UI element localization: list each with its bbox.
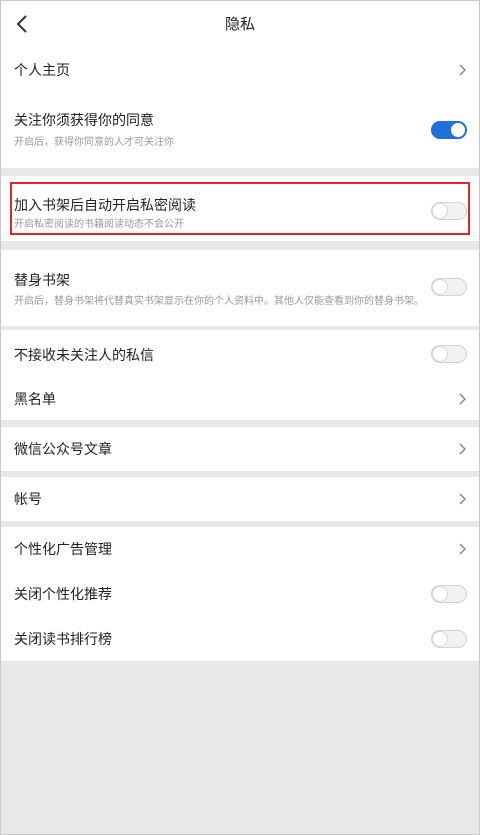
highlight-box [10, 182, 470, 235]
row-account[interactable]: 帐号 [1, 477, 479, 521]
row-profile[interactable]: 个人主页 [1, 47, 479, 92]
row-follow-consent: 关注你须获得你的同意 开启后，获得你同意的人才可关注你 [1, 103, 479, 163]
row-blacklist[interactable]: 黑名单 [1, 375, 479, 420]
row-label: 关注你须获得你的同意 [14, 113, 154, 129]
row-no-stranger-msg: 不接收未关注人的私信 [1, 330, 479, 375]
row-close-ranking: 关闭读书排行榜 [1, 616, 479, 661]
row-close-recommend: 关闭个性化推荐 [1, 571, 479, 616]
row-label: 替身书架 [14, 273, 70, 289]
row-label: 个人主页 [14, 63, 70, 79]
row-subtitle: 开启后，替身书架将代替真实书架显示在你的个人资料中。其他人仅能查看到你的替身书架… [14, 296, 424, 307]
screen-frame: 隐私 个人主页 关注你须获得你的同意 开启后，获得你同意的人才可关注你 加入书架… [0, 0, 480, 835]
navigation-bar: 隐私 [1, 1, 479, 47]
row-label: 帐号 [14, 492, 42, 508]
chevron-right-icon [457, 442, 467, 456]
section-personalization: 个性化广告管理 关闭个性化推荐 关闭读书排行榜 [1, 527, 479, 661]
close-recommend-toggle[interactable] [431, 585, 467, 603]
row-subtitle: 开启后，获得你同意的人才可关注你 [14, 137, 174, 148]
row-label: 关闭读书排行榜 [14, 632, 112, 648]
section-profile: 个人主页 关注你须获得你的同意 开启后，获得你同意的人才可关注你 [1, 47, 479, 168]
proxy-shelf-toggle[interactable] [431, 278, 467, 296]
page-title: 隐私 [224, 15, 255, 33]
section-proxy-shelf: 替身书架 开启后，替身书架将代替真实书架显示在你的个人资料中。其他人仅能查看到你… [1, 250, 479, 326]
row-proxy-shelf: 替身书架 开启后，替身书架将代替真实书架显示在你的个人资料中。其他人仅能查看到你… [1, 250, 479, 326]
close-ranking-toggle[interactable] [431, 630, 467, 648]
row-label: 微信公众号文章 [14, 442, 112, 458]
chevron-right-icon [457, 492, 467, 506]
row-label: 关闭个性化推荐 [14, 587, 112, 603]
section-wechat: 微信公众号文章 [1, 427, 479, 471]
row-wechat-articles[interactable]: 微信公众号文章 [1, 427, 479, 471]
section-messages: 不接收未关注人的私信 黑名单 [1, 330, 479, 420]
chevron-right-icon [457, 63, 467, 77]
follow-consent-toggle[interactable] [431, 121, 467, 139]
row-label: 不接收未关注人的私信 [14, 348, 154, 364]
row-label: 个性化广告管理 [14, 542, 112, 558]
chevron-right-icon [457, 392, 467, 406]
chevron-right-icon [457, 542, 467, 556]
row-label: 黑名单 [14, 392, 56, 408]
row-ad-management[interactable]: 个性化广告管理 [1, 527, 479, 571]
no-stranger-msg-toggle[interactable] [431, 345, 467, 363]
section-account: 帐号 [1, 477, 479, 521]
